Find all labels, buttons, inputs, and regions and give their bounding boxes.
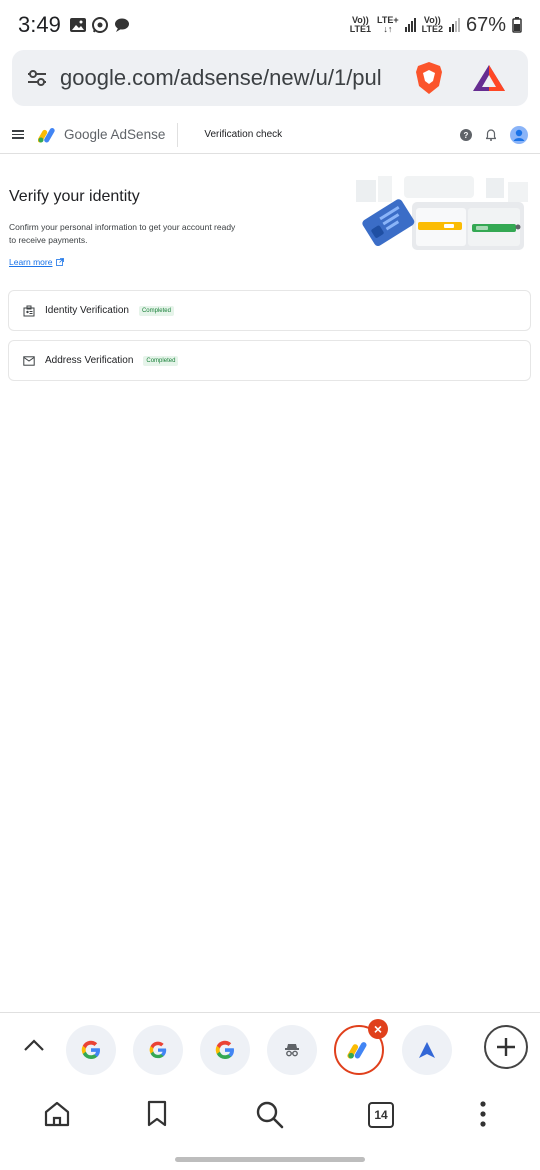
- account-avatar[interactable]: [510, 125, 528, 144]
- chevron-up-icon[interactable]: [22, 1037, 46, 1053]
- home-indicator[interactable]: [175, 1157, 365, 1162]
- google-icon: [81, 1040, 101, 1060]
- header-divider: [177, 122, 179, 147]
- tab-app[interactable]: [402, 1025, 452, 1075]
- id-card-icon: [23, 305, 35, 316]
- adsense-icon: [347, 1042, 367, 1059]
- gallery-icon: [69, 18, 86, 32]
- brave-shields-icon[interactable]: [414, 61, 444, 95]
- battery-percent: 67%: [465, 13, 506, 36]
- plus-icon: [497, 1038, 515, 1056]
- status-bar: 3:49 Vo)) LTE1 LTE+ ↓↑ Vo)) LTE2 67%: [0, 0, 540, 50]
- page-name: Verification check: [204, 129, 283, 140]
- status-badge: Completed: [138, 305, 174, 316]
- address-verification-card[interactable]: Address Verification Completed: [8, 340, 531, 381]
- sim1-label: Vo)) LTE1: [349, 15, 372, 34]
- signal-icon: [404, 18, 416, 32]
- url-text[interactable]: google.com/adsense/new/u/1/pul: [60, 65, 400, 91]
- brave-rewards-icon[interactable]: [472, 63, 506, 93]
- adsense-logo-icon: [38, 127, 55, 143]
- menu-icon[interactable]: [12, 130, 24, 139]
- svg-text:?: ?: [464, 131, 469, 140]
- page-title: Verify your identity: [9, 188, 140, 205]
- more-menu-icon[interactable]: [478, 1100, 488, 1128]
- learn-more-label: Learn more: [9, 257, 53, 267]
- close-tab-icon[interactable]: ×: [368, 1019, 388, 1039]
- address-bar[interactable]: google.com/adsense/new/u/1/pul: [12, 50, 528, 106]
- card-label: Address Verification: [45, 355, 134, 366]
- verification-illustration: [356, 176, 528, 250]
- identity-verification-card[interactable]: Identity Verification Completed: [8, 290, 531, 331]
- home-icon[interactable]: [43, 1100, 71, 1128]
- battery-icon: [512, 17, 522, 33]
- message-icon: [114, 18, 129, 32]
- tab-switcher-button[interactable]: 14: [368, 1102, 394, 1128]
- card-label: Identity Verification: [45, 305, 129, 316]
- signal-icon: [448, 18, 460, 32]
- bottom-toolbar: 14: [0, 1086, 540, 1146]
- status-right: Vo)) LTE1 LTE+ ↓↑ Vo)) LTE2 67%: [350, 14, 522, 37]
- google-icon: [149, 1041, 167, 1059]
- google-icon: [215, 1040, 235, 1060]
- notifications-icon[interactable]: [486, 128, 496, 141]
- search-icon[interactable]: [255, 1100, 285, 1130]
- incognito-icon: [285, 1044, 299, 1057]
- tab-google[interactable]: [133, 1025, 183, 1075]
- tab-incognito[interactable]: [267, 1025, 317, 1075]
- bookmark-icon[interactable]: [146, 1100, 168, 1128]
- arrow-app-icon: [419, 1042, 435, 1058]
- app-header: Google AdSense Verification check ?: [0, 116, 540, 154]
- status-badge: Completed: [143, 355, 179, 366]
- learn-more-link[interactable]: Learn more: [9, 257, 65, 267]
- page-description: Confirm your personal information to get…: [9, 222, 236, 245]
- new-tab-button[interactable]: [484, 1025, 528, 1069]
- notification-icons: [69, 16, 131, 34]
- network-type: LTE+ ↓↑: [377, 15, 399, 34]
- whatsapp-icon: [91, 17, 108, 33]
- tab-google[interactable]: [66, 1025, 116, 1075]
- mail-icon: [23, 355, 35, 366]
- status-time: 3:49: [18, 12, 61, 37]
- adsense-logo[interactable]: Google AdSense: [38, 127, 165, 143]
- site-settings-icon[interactable]: [26, 67, 48, 89]
- brand-name: Google AdSense: [64, 127, 166, 142]
- help-icon[interactable]: ?: [460, 128, 472, 141]
- tab-google[interactable]: [200, 1025, 250, 1075]
- external-link-icon: [56, 258, 65, 266]
- tab-strip: ×: [0, 1012, 540, 1084]
- sim2-label: Vo)) LTE2: [421, 15, 443, 34]
- tab-adsense-active[interactable]: ×: [334, 1019, 388, 1075]
